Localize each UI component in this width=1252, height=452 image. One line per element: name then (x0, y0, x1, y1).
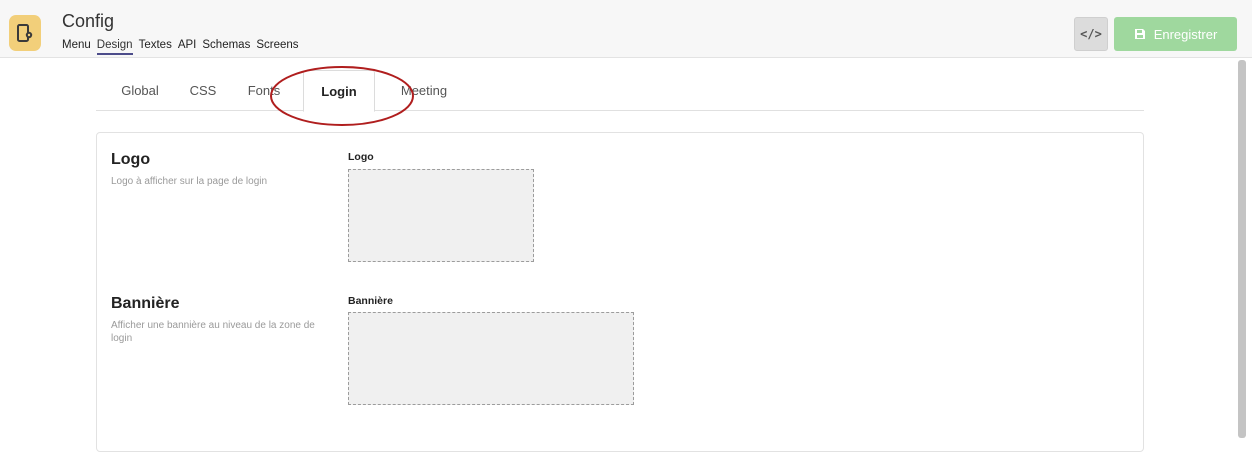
logo-section-description: Logo à afficher sur la page de login (111, 176, 268, 187)
nav-menu[interactable]: Menu (62, 39, 91, 55)
tab-fonts[interactable]: Fonts (236, 70, 292, 111)
banner-section-title: Bannière (111, 295, 180, 312)
floppy-disk-icon (1134, 29, 1145, 39)
nav-design[interactable]: Design (96, 39, 133, 55)
tab-global[interactable]: Global (108, 70, 172, 111)
app-icon (9, 15, 41, 51)
code-view-button[interactable]: </> (1074, 17, 1108, 51)
page-title: Config (62, 11, 115, 31)
nav-screens[interactable]: Screens (256, 39, 298, 55)
logo-section-title: Logo (111, 151, 151, 168)
nav-textes[interactable]: Textes (139, 39, 172, 55)
tab-css[interactable]: CSS (178, 70, 228, 111)
mobile-settings-icon (17, 24, 33, 42)
design-tabs: Global CSS Fonts Login Meeting (96, 70, 1144, 112)
banner-upload-dropzone[interactable] (348, 312, 634, 405)
code-icon: </> (1080, 27, 1102, 41)
tab-meeting[interactable]: Meeting (386, 70, 462, 111)
login-settings-card: Logo Logo à afficher sur la page de logi… (96, 132, 1144, 452)
scrollbar[interactable] (1238, 60, 1246, 438)
banner-field-label: Bannière (348, 295, 393, 307)
logo-field-label: Logo (348, 151, 374, 163)
save-button[interactable]: Enregistrer (1114, 17, 1237, 51)
top-nav: Menu Design Textes API Schemas Screens (62, 39, 299, 55)
nav-api[interactable]: API (178, 39, 197, 55)
logo-upload-dropzone[interactable] (348, 169, 534, 262)
save-button-label: Enregistrer (1153, 26, 1218, 42)
banner-section-description: Afficher une bannière au niveau de la zo… (111, 320, 315, 344)
top-bar: Config Menu Design Textes API Schemas Sc… (0, 0, 1252, 58)
nav-schemas[interactable]: Schemas (202, 39, 250, 55)
tab-login[interactable]: Login (303, 70, 375, 112)
